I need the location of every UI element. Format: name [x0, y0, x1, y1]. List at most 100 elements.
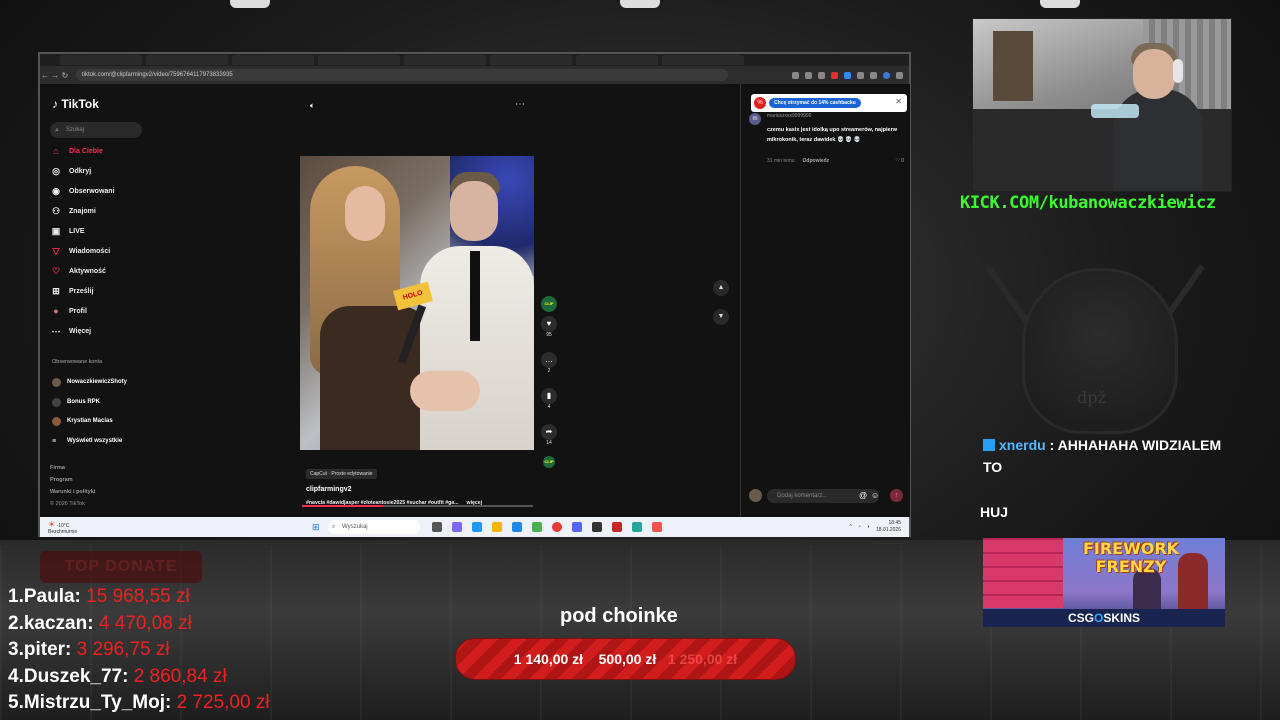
comment-like-button[interactable]: ♡ 0	[895, 158, 904, 164]
video-player[interactable]: HOLO	[300, 156, 534, 450]
browser-tab[interactable]	[490, 55, 572, 65]
followed-account[interactable]: Bonus RPK	[52, 396, 100, 408]
video-author[interactable]: clipfarmingv2	[306, 486, 536, 493]
steam-icon[interactable]	[592, 522, 602, 532]
emoji-icon[interactable]: ☺	[871, 491, 879, 500]
browser-tab[interactable]	[662, 55, 744, 65]
comment-count: 2	[547, 368, 551, 374]
sidebar-item-przeslij[interactable]: ⊞ Prześlij	[50, 284, 94, 298]
reload-icon[interactable]: ↻	[60, 71, 70, 80]
browser-tab[interactable]	[404, 55, 486, 65]
followed-account[interactable]: NowaczkiewiczShoty	[52, 376, 127, 388]
sidebar-item-odkryj[interactable]: ◎ Odkryj	[50, 164, 91, 178]
mention-icon[interactable]: @	[859, 491, 867, 500]
app-icon[interactable]	[632, 522, 642, 532]
browser-tab[interactable]	[60, 55, 142, 65]
clock[interactable]: 18:45 18.01.2026	[876, 520, 901, 534]
close-icon[interactable]: ✕	[895, 97, 902, 106]
folder-icon[interactable]	[492, 522, 502, 532]
sidebar-item-label: Więcej	[69, 327, 92, 335]
tiktok-logo[interactable]: ♪ TikTok	[52, 97, 99, 111]
app-icon[interactable]	[652, 522, 662, 532]
edge-icon[interactable]	[512, 522, 522, 532]
weather-icon: ☀	[48, 520, 56, 529]
browser-tab[interactable]	[318, 55, 400, 65]
sidebar-item-profil[interactable]: ● Profil	[50, 304, 87, 318]
video-progress[interactable]	[302, 505, 533, 507]
footer-link[interactable]: Program	[50, 474, 95, 486]
sidebar-item-wiecej[interactable]: ⋯ Więcej	[50, 324, 92, 338]
back-icon[interactable]: ←	[40, 71, 50, 80]
followed-account[interactable]: Krystian Macias	[52, 415, 113, 427]
sidebar-item-znajomi[interactable]: ⚇ Znajomi	[50, 204, 96, 218]
creator-avatar-button[interactable]: CLIP	[538, 296, 560, 312]
logo-text: dpž	[1077, 388, 1106, 407]
donor-amount: 3 296,75 zł	[76, 639, 170, 660]
bookmark-star-icon[interactable]	[818, 71, 825, 79]
donor-name: Paula:	[23, 586, 81, 607]
brand-logo-icon: O	[1093, 611, 1104, 625]
sidebar-item-live[interactable]: ▣ LIVE	[50, 224, 85, 238]
tiktok-search-input[interactable]: ⌕ Szukaj	[50, 122, 142, 138]
sidebar-item-label: Obserwowani	[69, 187, 115, 195]
send-button[interactable]: ↑	[890, 489, 903, 502]
share-button[interactable]: ➦ 14	[538, 424, 560, 446]
video-hands	[410, 371, 480, 411]
weather-widget[interactable]: ☀ -10°C Bezchmurnie	[48, 520, 77, 535]
ad-character	[1178, 553, 1208, 613]
browser-tab[interactable]	[576, 55, 658, 65]
extension-icon[interactable]	[870, 71, 877, 79]
footer-link[interactable]: Warunki i polityki	[50, 486, 95, 498]
donor-amount: 15 968,55 zł	[86, 586, 190, 607]
capcut-badge[interactable]: CapCut · Proste edytowanie	[306, 469, 377, 479]
sidebar-item-wiadomosci[interactable]: ▽ Wiadomości	[50, 244, 111, 258]
following-icon: ◉	[52, 185, 60, 196]
extension-icon[interactable]	[831, 71, 838, 79]
volume-icon[interactable]: ◖	[867, 524, 870, 530]
windows-taskbar: ☀ -10°C Bezchmurnie ⊞ ⌕ Wyszukaj ^ ◔ ◖ 18:…	[40, 517, 909, 537]
app-icon[interactable]	[472, 522, 482, 532]
comment-username[interactable]: mariuszxxx9999999	[767, 113, 811, 119]
sidebar-item-dla-ciebie[interactable]: ⌂ Dla Ciebie	[50, 144, 103, 158]
tray-chevron-icon[interactable]: ^	[850, 524, 852, 530]
comment-button[interactable]: … 2	[538, 352, 560, 374]
url-field[interactable]: tiktok.com/@clipfarmingv2/video/75967641…	[76, 69, 728, 81]
footer-link[interactable]: Firma	[50, 462, 95, 474]
channel-logo: dpž	[982, 258, 1212, 438]
like-button[interactable]: ♥ 95	[538, 316, 560, 338]
browser-menu-icon[interactable]	[896, 71, 903, 79]
task-view-icon[interactable]	[432, 522, 442, 532]
start-icon[interactable]: ⊞	[312, 522, 322, 532]
profile-avatar[interactable]	[883, 71, 890, 79]
more-options-icon[interactable]: ⋯	[515, 99, 525, 110]
app-icon[interactable]	[612, 522, 622, 532]
taskbar-search[interactable]: ⌕ Wyszukaj	[328, 520, 420, 534]
cashback-button[interactable]: Chcę otrzymać do 14% cashbacku	[769, 98, 861, 108]
volume-icon[interactable]: 🔈︎	[310, 101, 315, 111]
sidebar-item-obserwowani[interactable]: ◉ Obserwowani	[50, 184, 115, 198]
extension-icon[interactable]	[844, 71, 851, 79]
save-button[interactable]: ▮ 4	[538, 388, 560, 410]
forward-icon[interactable]: →	[50, 71, 60, 80]
extension-icon[interactable]	[805, 71, 812, 79]
network-icon[interactable]: ◔	[858, 524, 861, 530]
donor-amount: 4 470,08 zł	[98, 612, 192, 634]
sidebar-item-label: Prześlij	[69, 287, 94, 295]
extension-icon[interactable]	[792, 71, 799, 79]
extension-icon[interactable]	[857, 71, 864, 79]
browser-tab[interactable]	[232, 55, 314, 65]
previous-video-button[interactable]: ▲	[713, 280, 729, 296]
next-video-button[interactable]: ▼	[713, 309, 729, 325]
cashback-popup[interactable]: % Chcę otrzymać do 14% cashbacku ✕	[751, 94, 907, 112]
sidebar-item-aktywnosc[interactable]: ♡ Aktywność	[50, 264, 106, 278]
browser-tab[interactable]	[146, 55, 228, 65]
donor-name: piter:	[23, 639, 72, 660]
app-icon[interactable]	[532, 522, 542, 532]
discord-icon[interactable]	[572, 522, 582, 532]
avatar[interactable]: m	[749, 113, 761, 125]
reply-button[interactable]: Odpowiedz	[803, 158, 830, 164]
show-all-link[interactable]: ≡ Wyświetl wszystkie	[52, 435, 122, 447]
chrome-icon[interactable]	[552, 522, 562, 532]
sound-disc-button[interactable]: CLIP	[538, 456, 560, 468]
teams-icon[interactable]	[452, 522, 462, 532]
